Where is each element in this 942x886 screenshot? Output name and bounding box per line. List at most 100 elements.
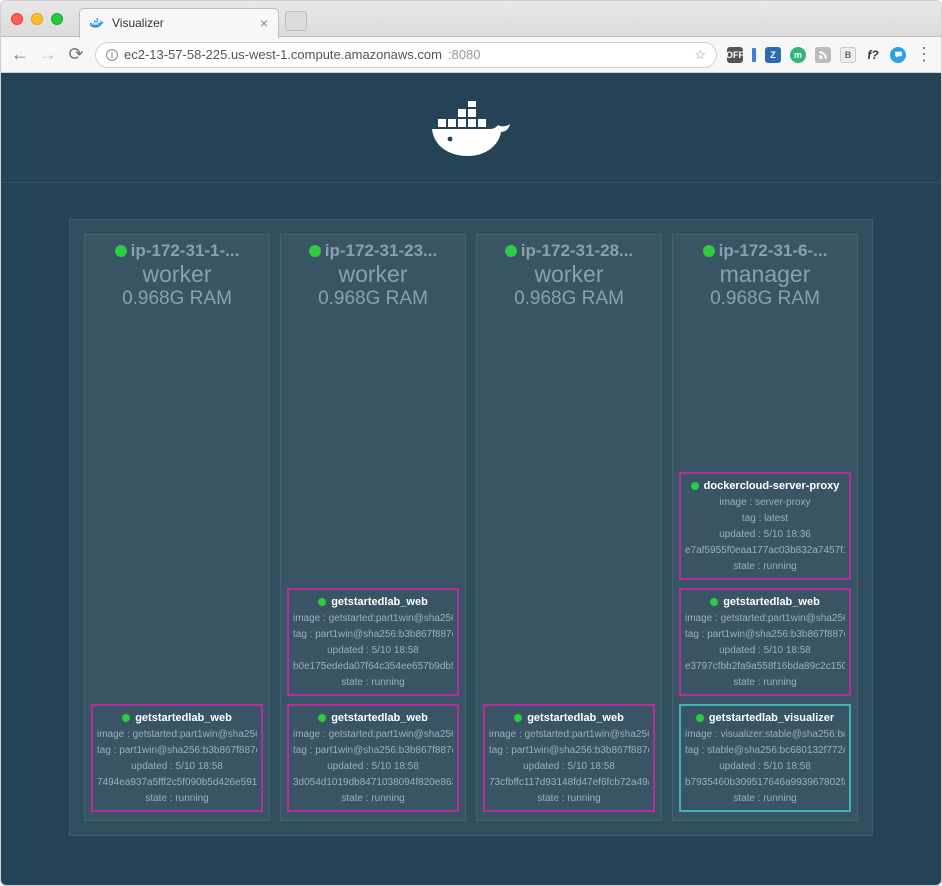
docker-logo-icon bbox=[430, 101, 512, 164]
whale-icon bbox=[90, 16, 104, 30]
task-name: getstartedlab_visualizer bbox=[685, 712, 845, 724]
task-state: state : running bbox=[685, 793, 845, 804]
node-name: ip-172-31-28... bbox=[483, 241, 655, 261]
task-name: getstartedlab_web bbox=[97, 712, 257, 724]
task-state: state : running bbox=[685, 677, 845, 688]
ext-rss-icon[interactable] bbox=[815, 47, 831, 63]
node-role: worker bbox=[287, 261, 459, 288]
browser-menu-button[interactable]: ⋮ bbox=[915, 44, 931, 65]
tab-title: Visualizer bbox=[112, 16, 164, 30]
task-card: getstartedlab_visualizerimage : visualiz… bbox=[679, 704, 851, 812]
task-updated: updated : 5/10 18:36 bbox=[685, 529, 845, 540]
ext-chat-icon[interactable] bbox=[890, 47, 906, 63]
node-name: ip-172-31-23... bbox=[287, 241, 459, 261]
close-window-button[interactable] bbox=[11, 13, 23, 25]
task-image: image : getstarted:part1win@sha256 bbox=[97, 729, 257, 740]
node-ram: 0.968G RAM bbox=[679, 288, 851, 310]
task-name: getstartedlab_web bbox=[489, 712, 649, 724]
task-hash: 73cfbffc117d93148fd47ef6fcb72a49a bbox=[489, 777, 649, 788]
task-card: dockercloud-server-proxyimage : server-p… bbox=[679, 472, 851, 580]
status-dot-icon bbox=[115, 245, 127, 257]
node-ram: 0.968G RAM bbox=[91, 288, 263, 310]
task-tag: tag : part1win@sha256:b3b867f887c bbox=[685, 629, 845, 640]
ext-off-icon[interactable]: OFF bbox=[727, 47, 743, 63]
task-updated: updated : 5/10 18:58 bbox=[685, 645, 845, 656]
task-tag: tag : part1win@sha256:b3b867f887c bbox=[293, 745, 453, 756]
task-hash: 3d054d1019db8471038094f820e863f bbox=[293, 777, 453, 788]
status-dot-icon bbox=[318, 598, 326, 606]
task-tag: tag : part1win@sha256:b3b867f887c bbox=[97, 745, 257, 756]
swarm-node: ip-172-31-23...worker0.968G RAM getstarte… bbox=[280, 234, 466, 821]
window-controls bbox=[11, 13, 63, 25]
node-name: ip-172-31-1-... bbox=[91, 241, 263, 261]
status-dot-icon bbox=[710, 598, 718, 606]
task-tag: tag : latest bbox=[685, 513, 845, 524]
task-card: getstartedlab_webimage : getstarted:part… bbox=[287, 704, 459, 812]
task-image: image : getstarted:part1win@sha256 bbox=[685, 613, 845, 624]
swarm-node: ip-172-31-28...worker0.968G RAM getstarte… bbox=[476, 234, 662, 821]
task-list: dockercloud-server-proxyimage : server-p… bbox=[679, 320, 851, 812]
minimize-window-button[interactable] bbox=[31, 13, 43, 25]
task-hash: b0e175ededa07f64c354ee657b9db5 bbox=[293, 661, 453, 672]
new-tab-button[interactable] bbox=[285, 11, 307, 31]
maximize-window-button[interactable] bbox=[51, 13, 63, 25]
node-name: ip-172-31-6-... bbox=[679, 241, 851, 261]
ext-flag-icon[interactable] bbox=[752, 48, 756, 62]
ext-m-icon[interactable]: m bbox=[790, 47, 806, 63]
status-dot-icon bbox=[318, 714, 326, 722]
task-updated: updated : 5/10 18:58 bbox=[97, 761, 257, 772]
node-ram: 0.968G RAM bbox=[483, 288, 655, 310]
status-dot-icon bbox=[309, 245, 321, 257]
url-port: :8080 bbox=[448, 47, 481, 62]
node-header: ip-172-31-23...worker0.968G RAM bbox=[281, 235, 465, 314]
status-dot-icon bbox=[514, 714, 522, 722]
task-state: state : running bbox=[489, 793, 649, 804]
node-header: ip-172-31-28...worker0.968G RAM bbox=[477, 235, 661, 314]
task-card: getstartedlab_webimage : getstarted:part… bbox=[91, 704, 263, 812]
browser-window: Visualizer × ← → ⟳ i ec2-13-57-58-225.us… bbox=[0, 0, 942, 886]
status-dot-icon bbox=[703, 245, 715, 257]
task-updated: updated : 5/10 18:58 bbox=[293, 645, 453, 656]
extension-icons: OFF Z m B f? ⋮ bbox=[727, 44, 931, 65]
task-hash: e3797cfbb2fa9a558f16bda89c2c150 bbox=[685, 661, 845, 672]
swarm-node: ip-172-31-1-...worker0.968G RAM getstarte… bbox=[84, 234, 270, 821]
status-dot-icon bbox=[122, 714, 130, 722]
node-role: worker bbox=[483, 261, 655, 288]
task-card: getstartedlab_webimage : getstarted:part… bbox=[679, 588, 851, 696]
task-image: image : visualizer:stable@sha256:bc bbox=[685, 729, 845, 740]
url-input[interactable]: i ec2-13-57-58-225.us-west-1.compute.ama… bbox=[95, 42, 717, 68]
task-updated: updated : 5/10 18:58 bbox=[293, 761, 453, 772]
task-image: image : getstarted:part1win@sha256 bbox=[293, 729, 453, 740]
task-state: state : running bbox=[97, 793, 257, 804]
ext-f-icon[interactable]: f? bbox=[865, 47, 881, 63]
task-hash: 7494ea937a5fff2c5f090b5d426e591a bbox=[97, 777, 257, 788]
status-dot-icon bbox=[505, 245, 517, 257]
close-tab-icon[interactable]: × bbox=[260, 15, 268, 31]
ext-b-icon[interactable]: B bbox=[840, 47, 856, 63]
back-button[interactable]: ← bbox=[11, 44, 29, 65]
task-updated: updated : 5/10 18:58 bbox=[489, 761, 649, 772]
task-updated: updated : 5/10 18:58 bbox=[685, 761, 845, 772]
ext-z-icon[interactable]: Z bbox=[765, 47, 781, 63]
node-ram: 0.968G RAM bbox=[287, 288, 459, 310]
info-icon: i bbox=[106, 49, 118, 61]
reload-button[interactable]: ⟳ bbox=[67, 44, 85, 65]
page-content: ip-172-31-1-...worker0.968G RAMgetstarte… bbox=[1, 73, 941, 885]
task-hash: b7935460b309517646a993967802fa bbox=[685, 777, 845, 788]
node-role: manager bbox=[679, 261, 851, 288]
task-image: image : server-proxy bbox=[685, 497, 845, 508]
task-state: state : running bbox=[293, 793, 453, 804]
task-card: getstartedlab_webimage : getstarted:part… bbox=[483, 704, 655, 812]
task-state: state : running bbox=[685, 561, 845, 572]
swarm-grid: ip-172-31-1-...worker0.968G RAMgetstarte… bbox=[69, 219, 873, 836]
task-name: getstartedlab_web bbox=[685, 596, 845, 608]
task-name: getstartedlab_web bbox=[293, 596, 453, 608]
forward-button[interactable]: → bbox=[39, 44, 57, 65]
task-hash: e7af5955f0eaa177ac03b832a7457f1 bbox=[685, 545, 845, 556]
task-name: getstartedlab_web bbox=[293, 712, 453, 724]
bookmark-star-icon[interactable]: ☆ bbox=[694, 47, 706, 63]
browser-tab[interactable]: Visualizer × bbox=[79, 8, 279, 38]
node-role: worker bbox=[91, 261, 263, 288]
node-header: ip-172-31-1-...worker0.968G RAM bbox=[85, 235, 269, 314]
status-dot-icon bbox=[696, 714, 704, 722]
